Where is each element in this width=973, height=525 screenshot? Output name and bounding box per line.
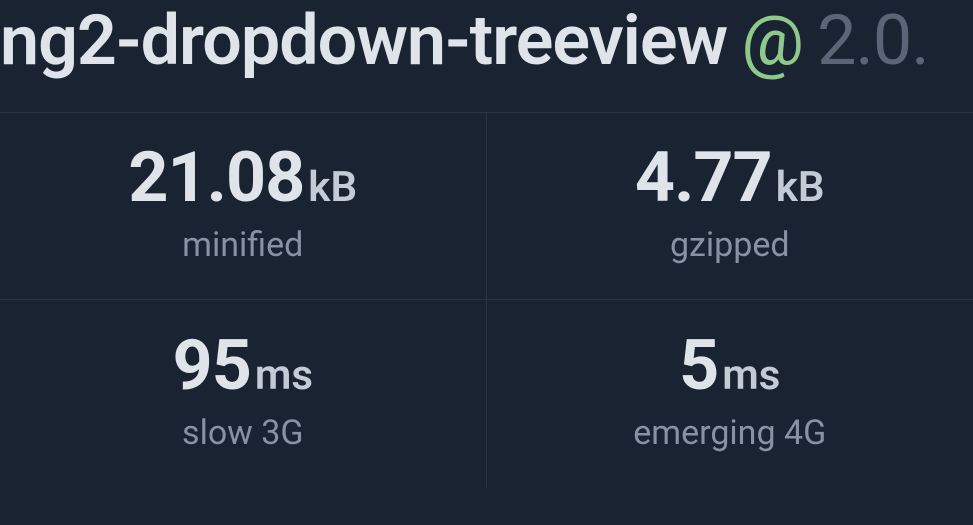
- package-name: ng2-dropdown-treeview: [0, 0, 727, 82]
- stat-value: 95: [173, 331, 251, 401]
- stat-label: slow 3G: [182, 413, 303, 453]
- stat-label: emerging 4G: [633, 413, 826, 453]
- stat-value: 5: [679, 331, 718, 401]
- stat-value: 21.08: [128, 143, 304, 213]
- package-version: 2.0.: [817, 0, 929, 82]
- stat-value-line: 5 ms: [679, 331, 780, 401]
- stat-unit: ms: [255, 355, 313, 397]
- stat-unit: ms: [722, 355, 780, 397]
- stat-emerging-4g: 5 ms emerging 4G: [487, 300, 973, 488]
- stat-value: 4.77: [635, 143, 772, 213]
- stats-grid: 21.08 kB minified 4.77 kB gzipped 95 ms …: [0, 112, 973, 488]
- stat-label: minified: [182, 225, 303, 265]
- stat-gzipped: 4.77 kB gzipped: [487, 112, 973, 300]
- stat-unit: kB: [308, 167, 357, 209]
- stat-minified: 21.08 kB minified: [0, 112, 487, 300]
- at-symbol: @: [741, 0, 803, 82]
- stat-value-line: 95 ms: [173, 331, 313, 401]
- package-header: ng2-dropdown-treeview @ 2.0.: [0, 0, 973, 112]
- stat-unit: kB: [776, 167, 825, 209]
- stat-value-line: 21.08 kB: [128, 143, 357, 213]
- stat-value-line: 4.77 kB: [635, 143, 825, 213]
- stat-slow-3g: 95 ms slow 3G: [0, 300, 487, 488]
- stat-label: gzipped: [670, 225, 790, 265]
